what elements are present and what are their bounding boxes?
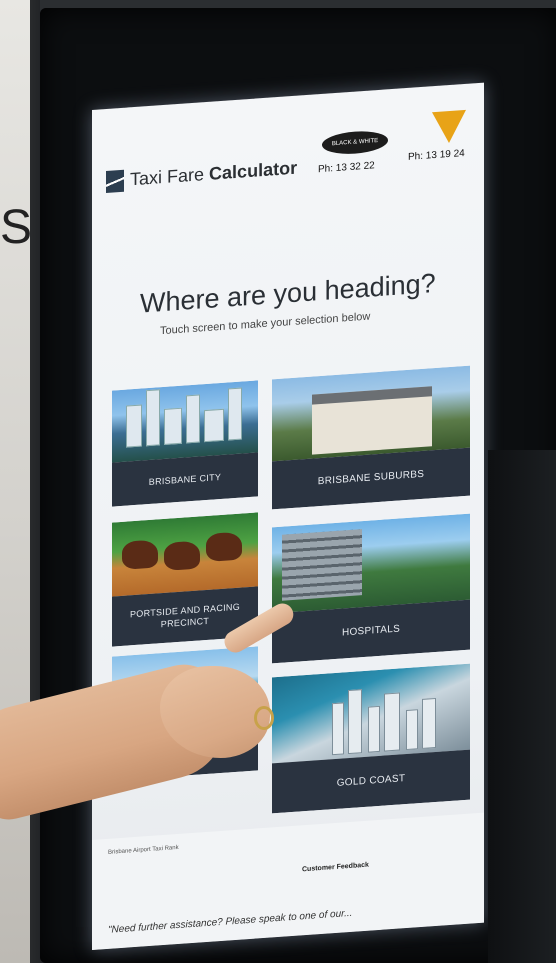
ring-icon: [254, 706, 274, 730]
footer-info-feedback: Customer Feedback: [302, 854, 462, 874]
destination-tile-gold-coast[interactable]: GOLD COAST: [272, 663, 470, 814]
kiosk-screen: Taxi Fare Calculator BLACK & WHITE Ph: 1…: [92, 82, 484, 951]
right-edge-shadow: [488, 450, 556, 963]
app-title: Taxi Fare Calculator: [130, 158, 297, 191]
app-title-main: Calculator: [209, 157, 298, 184]
assistance-note: "Need further assistance? Please speak t…: [108, 907, 353, 936]
cropped-sign-letter: S: [0, 201, 33, 254]
destination-tile-hospitals[interactable]: HOSPITALS: [272, 513, 470, 664]
phone-yellow-cab: Ph: 13 19 24: [408, 147, 465, 163]
tile-label: BRISBANE CITY: [112, 452, 258, 507]
footer-feedback-heading: Customer Feedback: [302, 861, 369, 874]
destination-tile-brisbane-suburbs[interactable]: BRISBANE SUBURBS: [272, 365, 470, 510]
taxi-logo-icon: [106, 169, 124, 194]
destination-tile-portside-racing[interactable]: PORTSIDE AND RACING PRECINCT: [112, 512, 258, 647]
phone-black-white: Ph: 13 32 22: [318, 160, 375, 176]
black-white-cabs-logo: BLACK & WHITE: [322, 129, 388, 156]
page-heading: Where are you heading?: [140, 267, 436, 319]
brisbane-suburbs-photo: [272, 365, 470, 462]
yellow-cab-logo-icon: [432, 109, 466, 145]
footer-info-rank: Brisbane Airport Taxi Rank: [108, 838, 258, 857]
hospitals-photo: [272, 513, 470, 614]
app-title-prefix: Taxi Fare: [130, 164, 205, 190]
destination-tile-brisbane-city[interactable]: BRISBANE CITY: [112, 380, 258, 507]
racing-photo: [112, 512, 258, 597]
gold-coast-photo: [272, 663, 470, 764]
footer-rank-heading: Brisbane Airport Taxi Rank: [108, 844, 179, 856]
brisbane-city-photo: [112, 380, 258, 463]
